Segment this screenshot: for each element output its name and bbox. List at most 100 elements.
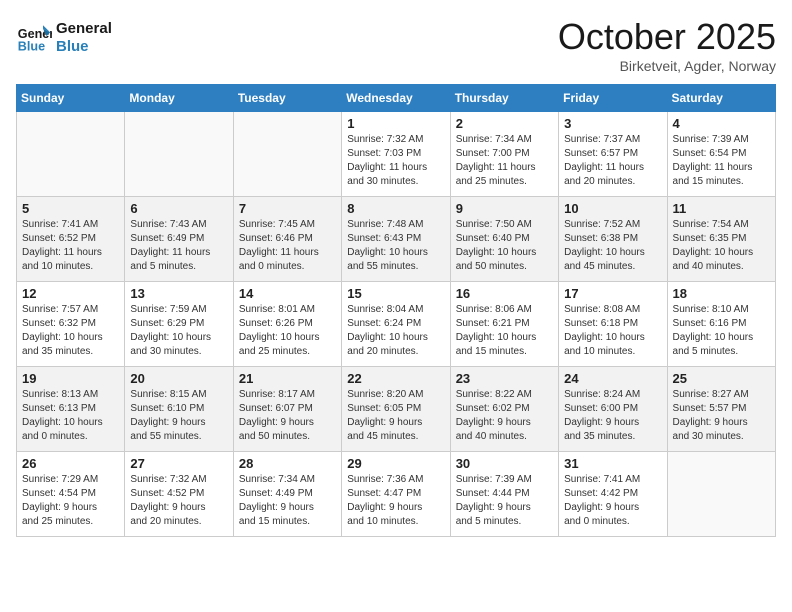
- calendar-cell: 18 Sunrise: 8:10 AM Sunset: 6:16 PM Dayli…: [667, 282, 775, 367]
- calendar-cell: 16 Sunrise: 8:06 AM Sunset: 6:21 PM Dayli…: [450, 282, 558, 367]
- calendar-cell: 14 Sunrise: 8:01 AM Sunset: 6:26 PM Dayli…: [233, 282, 341, 367]
- day-number: 14: [239, 286, 336, 301]
- day-number: 16: [456, 286, 553, 301]
- day-detail: Sunrise: 7:43 AM Sunset: 6:49 PM Dayligh…: [130, 218, 227, 274]
- calendar-cell: 27Sunrise: 7:32 AM Sunset: 4:52 PM Dayli…: [125, 452, 233, 537]
- day-number: 19: [22, 371, 119, 386]
- calendar-cell: 17 Sunrise: 8:08 AM Sunset: 6:18 PM Dayli…: [559, 282, 667, 367]
- calendar-cell: 31Sunrise: 7:41 AM Sunset: 4:42 PM Dayli…: [559, 452, 667, 537]
- day-number: 20: [130, 371, 227, 386]
- day-detail: Sunrise: 8:06 AM Sunset: 6:21 PM Dayligh…: [456, 303, 553, 359]
- header-wednesday: Wednesday: [342, 85, 450, 112]
- month-title: October 2025: [558, 16, 776, 58]
- calendar-week-row: 26 Sunrise: 7:29 AM Sunset: 4:54 PM Dayli…: [17, 452, 776, 537]
- calendar-cell: [233, 112, 341, 197]
- day-detail: Sunrise: 7:41 AM Sunset: 4:42 PM Dayligh…: [564, 473, 661, 529]
- day-detail: Sunrise: 7:34 AM Sunset: 7:00 PM Dayligh…: [456, 133, 553, 189]
- day-detail: Sunrise: 7:41 AM Sunset: 6:52 PM Dayligh…: [22, 218, 119, 274]
- day-detail: Sunrise: 7:39 AM Sunset: 6:54 PM Dayligh…: [673, 133, 770, 189]
- day-detail: Sunrise: 8:04 AM Sunset: 6:24 PM Dayligh…: [347, 303, 444, 359]
- day-number: 6: [130, 201, 227, 216]
- day-number: 30: [456, 456, 553, 471]
- day-number: 17: [564, 286, 661, 301]
- day-detail: Sunrise: 8:22 AM Sunset: 6:02 PM Dayligh…: [456, 388, 553, 444]
- day-detail: Sunrise: 7:50 AM Sunset: 6:40 PM Dayligh…: [456, 218, 553, 274]
- calendar-cell: 9Sunrise: 7:50 AM Sunset: 6:40 PM Daylig…: [450, 197, 558, 282]
- calendar-cell: 24Sunrise: 8:24 AM Sunset: 6:00 PM Dayli…: [559, 367, 667, 452]
- day-number: 2: [456, 116, 553, 131]
- day-number: 15: [347, 286, 444, 301]
- calendar-cell: 25Sunrise: 8:27 AM Sunset: 5:57 PM Dayli…: [667, 367, 775, 452]
- day-detail: Sunrise: 7:37 AM Sunset: 6:57 PM Dayligh…: [564, 133, 661, 189]
- day-number: 4: [673, 116, 770, 131]
- calendar-cell: 3 Sunrise: 7:37 AM Sunset: 6:57 PM Daylig…: [559, 112, 667, 197]
- day-detail: Sunrise: 8:13 AM Sunset: 6:13 PM Dayligh…: [22, 388, 119, 444]
- calendar-cell: 29 Sunrise: 7:36 AM Sunset: 4:47 PM Dayli…: [342, 452, 450, 537]
- day-number: 10: [564, 201, 661, 216]
- day-detail: Sunrise: 8:17 AM Sunset: 6:07 PM Dayligh…: [239, 388, 336, 444]
- calendar-cell: 6 Sunrise: 7:43 AM Sunset: 6:49 PM Daylig…: [125, 197, 233, 282]
- logo-line2: Blue: [56, 38, 112, 56]
- header-tuesday: Tuesday: [233, 85, 341, 112]
- day-detail: Sunrise: 8:10 AM Sunset: 6:16 PM Dayligh…: [673, 303, 770, 359]
- calendar-cell: 21 Sunrise: 8:17 AM Sunset: 6:07 PM Dayli…: [233, 367, 341, 452]
- day-number: 1: [347, 116, 444, 131]
- header-saturday: Saturday: [667, 85, 775, 112]
- page-header: General Blue General Blue October 2025 B…: [16, 16, 776, 74]
- calendar-cell: 8 Sunrise: 7:48 AM Sunset: 6:43 PM Daylig…: [342, 197, 450, 282]
- day-number: 29: [347, 456, 444, 471]
- day-number: 22: [347, 371, 444, 386]
- day-detail: Sunrise: 7:32 AM Sunset: 7:03 PM Dayligh…: [347, 133, 444, 189]
- day-detail: Sunrise: 8:01 AM Sunset: 6:26 PM Dayligh…: [239, 303, 336, 359]
- calendar-cell: 23 Sunrise: 8:22 AM Sunset: 6:02 PM Dayli…: [450, 367, 558, 452]
- day-detail: Sunrise: 8:24 AM Sunset: 6:00 PM Dayligh…: [564, 388, 661, 444]
- calendar-cell: 12Sunrise: 7:57 AM Sunset: 6:32 PM Dayli…: [17, 282, 125, 367]
- header-sunday: Sunday: [17, 85, 125, 112]
- day-detail: Sunrise: 8:15 AM Sunset: 6:10 PM Dayligh…: [130, 388, 227, 444]
- calendar-table: SundayMondayTuesdayWednesdayThursdayFrid…: [16, 84, 776, 537]
- calendar-cell: 30 Sunrise: 7:39 AM Sunset: 4:44 PM Dayli…: [450, 452, 558, 537]
- calendar-cell: 13Sunrise: 7:59 AM Sunset: 6:29 PM Dayli…: [125, 282, 233, 367]
- day-detail: Sunrise: 7:29 AM Sunset: 4:54 PM Dayligh…: [22, 473, 119, 529]
- logo: General Blue General Blue: [16, 16, 112, 56]
- day-number: 21: [239, 371, 336, 386]
- calendar-cell: 10 Sunrise: 7:52 AM Sunset: 6:38 PM Dayli…: [559, 197, 667, 282]
- calendar-week-row: 12Sunrise: 7:57 AM Sunset: 6:32 PM Dayli…: [17, 282, 776, 367]
- day-number: 11: [673, 201, 770, 216]
- day-detail: Sunrise: 7:52 AM Sunset: 6:38 PM Dayligh…: [564, 218, 661, 274]
- calendar-cell: 15 Sunrise: 8:04 AM Sunset: 6:24 PM Dayli…: [342, 282, 450, 367]
- calendar-header-row: SundayMondayTuesdayWednesdayThursdayFrid…: [17, 85, 776, 112]
- day-detail: Sunrise: 7:32 AM Sunset: 4:52 PM Dayligh…: [130, 473, 227, 529]
- day-number: 12: [22, 286, 119, 301]
- day-detail: Sunrise: 7:36 AM Sunset: 4:47 PM Dayligh…: [347, 473, 444, 529]
- day-detail: Sunrise: 7:48 AM Sunset: 6:43 PM Dayligh…: [347, 218, 444, 274]
- calendar-cell: 11 Sunrise: 7:54 AM Sunset: 6:35 PM Dayli…: [667, 197, 775, 282]
- day-detail: Sunrise: 8:27 AM Sunset: 5:57 PM Dayligh…: [673, 388, 770, 444]
- calendar-cell: [125, 112, 233, 197]
- day-detail: Sunrise: 8:08 AM Sunset: 6:18 PM Dayligh…: [564, 303, 661, 359]
- logo-line1: General: [56, 20, 112, 38]
- svg-text:Blue: Blue: [18, 39, 45, 53]
- day-detail: Sunrise: 7:54 AM Sunset: 6:35 PM Dayligh…: [673, 218, 770, 274]
- day-detail: Sunrise: 7:34 AM Sunset: 4:49 PM Dayligh…: [239, 473, 336, 529]
- calendar-cell: 1 Sunrise: 7:32 AM Sunset: 7:03 PM Daylig…: [342, 112, 450, 197]
- calendar-cell: 7Sunrise: 7:45 AM Sunset: 6:46 PM Daylig…: [233, 197, 341, 282]
- header-monday: Monday: [125, 85, 233, 112]
- calendar-cell: 20 Sunrise: 8:15 AM Sunset: 6:10 PM Dayli…: [125, 367, 233, 452]
- day-number: 28: [239, 456, 336, 471]
- day-number: 23: [456, 371, 553, 386]
- calendar-cell: 4 Sunrise: 7:39 AM Sunset: 6:54 PM Daylig…: [667, 112, 775, 197]
- calendar-week-row: 1 Sunrise: 7:32 AM Sunset: 7:03 PM Daylig…: [17, 112, 776, 197]
- calendar-week-row: 5 Sunrise: 7:41 AM Sunset: 6:52 PM Daylig…: [17, 197, 776, 282]
- calendar-cell: [17, 112, 125, 197]
- day-number: 26: [22, 456, 119, 471]
- calendar-cell: 22 Sunrise: 8:20 AM Sunset: 6:05 PM Dayli…: [342, 367, 450, 452]
- day-detail: Sunrise: 7:59 AM Sunset: 6:29 PM Dayligh…: [130, 303, 227, 359]
- day-detail: Sunrise: 8:20 AM Sunset: 6:05 PM Dayligh…: [347, 388, 444, 444]
- day-number: 8: [347, 201, 444, 216]
- day-number: 18: [673, 286, 770, 301]
- day-number: 3: [564, 116, 661, 131]
- day-number: 5: [22, 201, 119, 216]
- day-detail: Sunrise: 7:39 AM Sunset: 4:44 PM Dayligh…: [456, 473, 553, 529]
- calendar-cell: 28 Sunrise: 7:34 AM Sunset: 4:49 PM Dayli…: [233, 452, 341, 537]
